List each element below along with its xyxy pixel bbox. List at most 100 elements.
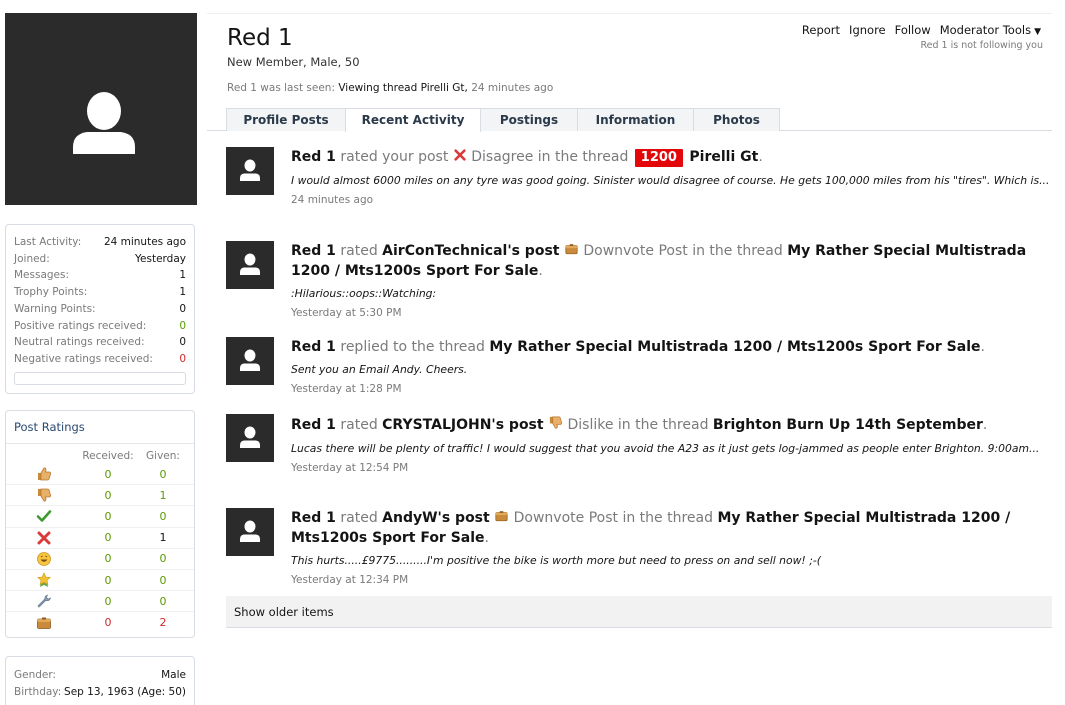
header-divider <box>207 13 1052 14</box>
thread-link[interactable]: My Rather Special Multistrada 1200 / Mts… <box>489 339 980 355</box>
bio-birthday: Birthday: Sep 13, 1963 (Age: 50) <box>14 685 186 698</box>
post-link[interactable]: AirConTechnical's post <box>382 243 559 259</box>
default-avatar-icon <box>240 426 260 448</box>
rating-name: Disagree <box>471 149 534 165</box>
tab-profile-posts[interactable]: Profile Posts <box>226 108 346 131</box>
thread-link[interactable]: Pirelli Gt <box>689 149 758 165</box>
profile-tabs: Profile Posts Recent Activity Postings I… <box>226 108 780 132</box>
user-link[interactable]: Red 1 <box>291 243 336 259</box>
activity-title: Red 1 rated AndyW's post Downvote Post i… <box>291 510 1011 546</box>
last-seen-thread-link[interactable]: Viewing thread Pirelli Gt, <box>338 82 468 94</box>
activity-time[interactable]: 24 minutes ago <box>291 194 1052 206</box>
thread-prefix-badge[interactable]: 1200 <box>634 149 683 167</box>
tab-photos[interactable]: Photos <box>693 108 780 131</box>
downvote-icon <box>564 242 579 262</box>
stat-positive-ratings: Positive ratings received: 0 <box>14 319 186 332</box>
follow-status: Red 1 is not following you <box>920 40 1043 51</box>
activity-snippet: I would almost 6000 miles on any tyre wa… <box>291 174 1050 187</box>
useful-icon <box>37 594 51 608</box>
bio-gender: Gender: Male <box>14 669 186 681</box>
stat-negative-ratings: Negative ratings received: 0 <box>14 352 186 365</box>
activity-title: Red 1 replied to the thread My Rather Sp… <box>291 339 985 355</box>
activity-title: Red 1 rated CRYSTALJOHN's post Dislike i… <box>291 414 1052 436</box>
rating-name: Downvote Post <box>583 243 688 259</box>
activity-time[interactable]: Yesterday at 1:28 PM <box>291 383 1052 395</box>
rating-name: Downvote Post <box>513 510 618 526</box>
default-avatar-icon <box>240 253 260 275</box>
dislike-icon <box>38 488 52 502</box>
rating-row-downvote: 0 2 <box>6 612 194 633</box>
rating-name: Dislike <box>567 417 614 433</box>
default-avatar-icon <box>240 349 260 371</box>
tab-information[interactable]: Information <box>577 108 694 131</box>
member-stats-panel: Last Activity: 24 minutes ago Joined: Ye… <box>5 224 195 394</box>
disagree-icon <box>453 148 467 168</box>
last-seen: Red 1 was last seen: Viewing thread Pire… <box>227 82 554 94</box>
page-title: Red 1 <box>227 25 293 51</box>
stat-messages: Messages: 1 <box>14 269 186 282</box>
rating-row-disagree: 0 1 <box>6 528 194 549</box>
default-avatar-icon <box>73 92 135 154</box>
rating-row-agree: 0 0 <box>6 506 194 528</box>
activity-title: Red 1 rated AirConTechnical's post Downv… <box>291 242 1027 279</box>
avatar[interactable] <box>226 508 274 556</box>
stat-joined: Joined: Yesterday <box>14 252 186 265</box>
default-avatar-icon <box>240 520 260 542</box>
user-link[interactable]: Red 1 <box>291 510 336 526</box>
activity-time[interactable]: Yesterday at 12:54 PM <box>291 462 1052 474</box>
activity-item: Red 1 rated AndyW's post Downvote Post i… <box>226 508 1052 596</box>
moderator-tools-menu[interactable]: Moderator Tools ▼ <box>940 23 1041 37</box>
profile-avatar[interactable] <box>5 13 197 205</box>
default-avatar-icon <box>240 159 260 181</box>
post-link[interactable]: CRYSTALJOHN's post <box>382 417 543 433</box>
avatar[interactable] <box>226 337 274 385</box>
stat-last-activity: Last Activity: 24 minutes ago <box>14 236 186 248</box>
report-link[interactable]: Report <box>802 23 840 37</box>
stat-trophy-points: Trophy Points: 1 <box>14 286 186 299</box>
like-icon <box>38 467 52 481</box>
disagree-icon <box>37 531 51 545</box>
avatar[interactable] <box>226 147 274 195</box>
activity-item: Red 1 rated CRYSTALJOHN's post Dislike i… <box>226 414 1052 508</box>
post-ratings-title: Post Ratings <box>6 411 194 444</box>
activity-item: Red 1 rated AirConTechnical's post Downv… <box>226 241 1052 337</box>
avatar[interactable] <box>226 414 274 462</box>
activity-item: Red 1 replied to the thread My Rather Sp… <box>226 337 1052 414</box>
activity-time[interactable]: Yesterday at 12:34 PM <box>291 574 1052 586</box>
thread-link[interactable]: Brighton Burn Up 14th September <box>713 417 983 433</box>
winner-icon <box>37 572 51 588</box>
ignore-link[interactable]: Ignore <box>849 23 886 37</box>
follow-link[interactable]: Follow <box>895 23 931 37</box>
rating-row-winner: 0 0 <box>6 570 194 592</box>
avatar[interactable] <box>226 241 274 289</box>
tab-postings[interactable]: Postings <box>480 108 578 131</box>
rating-row-useful: 0 0 <box>6 591 194 613</box>
rating-row-like: 0 0 <box>6 464 194 486</box>
activity-title: Red 1 rated your post Disagree in the th… <box>291 147 1052 168</box>
received-header: Received: <box>82 450 134 462</box>
stat-warning-points: Warning Points: 0 <box>14 302 186 315</box>
member-bio-panel: Gender: Male Birthday: Sep 13, 1963 (Age… <box>5 656 195 705</box>
activity-item: Red 1 rated your post Disagree in the th… <box>226 147 1052 241</box>
dislike-icon <box>548 415 563 436</box>
activity-time[interactable]: Yesterday at 5:30 PM <box>291 307 1052 319</box>
downvote-icon <box>37 617 51 629</box>
user-title: New Member, Male, 50 <box>227 55 360 69</box>
funny-icon <box>37 551 51 566</box>
ratings-header: Received: Given: <box>6 444 194 464</box>
user-link[interactable]: Red 1 <box>291 149 336 165</box>
given-header: Given: <box>146 450 180 462</box>
agree-icon <box>36 510 52 523</box>
user-link[interactable]: Red 1 <box>291 339 336 355</box>
show-older-items-button[interactable]: Show older items <box>226 596 1052 628</box>
activity-snippet: Sent you an Email Andy. Cheers. <box>291 363 468 376</box>
member-actions: Report Ignore Follow Moderator Tools ▼ <box>802 23 1041 37</box>
user-link[interactable]: Red 1 <box>291 417 336 433</box>
tab-recent-activity[interactable]: Recent Activity <box>345 108 481 132</box>
activity-snippet: This hurts.....£9775.........I'm positiv… <box>291 554 821 567</box>
activity-snippet: Lucas there will be plenty of traffic! I… <box>291 442 1040 455</box>
stat-neutral-ratings: Neutral ratings received: 0 <box>14 336 186 349</box>
rating-row-dislike: 0 1 <box>6 485 194 507</box>
rating-row-funny: 0 0 <box>6 549 194 570</box>
post-link[interactable]: AndyW's post <box>382 510 490 526</box>
